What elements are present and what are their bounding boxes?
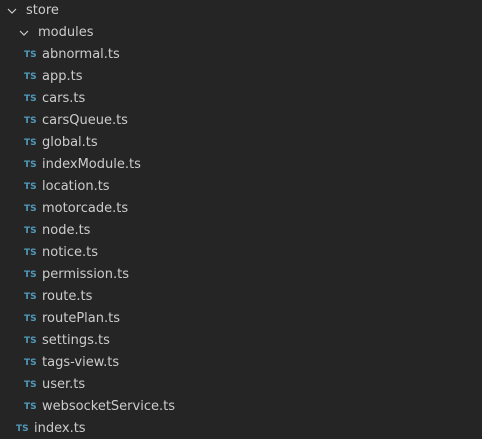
file-label: location.ts	[42, 179, 110, 194]
typescript-file-icon: TS	[24, 270, 37, 280]
chevron-down-icon[interactable]	[16, 25, 32, 41]
chevron-down-icon[interactable]	[4, 3, 20, 19]
file-label: carsQueue.ts	[42, 113, 128, 128]
file-explorer-tree: store modules TS abnormal.ts TS app.ts TS car…	[0, 0, 482, 439]
typescript-file-icon: TS	[24, 72, 37, 82]
file-label: indexModule.ts	[42, 157, 141, 172]
file-label: tags-view.ts	[42, 355, 120, 370]
file-label: motorcade.ts	[42, 201, 129, 216]
file-row[interactable]: TS permission.ts	[0, 264, 482, 286]
typescript-file-icon: TS	[24, 248, 37, 258]
typescript-file-icon: TS	[24, 160, 37, 170]
file-row[interactable]: TS cars.ts	[0, 88, 482, 110]
folder-row-store[interactable]: store	[0, 0, 482, 22]
file-row[interactable]: TS user.ts	[0, 374, 482, 396]
file-label: index.ts	[34, 421, 86, 436]
typescript-file-icon: TS	[24, 50, 37, 60]
file-row[interactable]: TS routePlan.ts	[0, 308, 482, 330]
folder-label: modules	[38, 25, 94, 40]
file-label: notice.ts	[42, 245, 99, 260]
typescript-file-icon: TS	[24, 336, 37, 346]
typescript-file-icon: TS	[24, 116, 37, 126]
file-row[interactable]: TS location.ts	[0, 176, 482, 198]
file-label: abnormal.ts	[42, 47, 120, 62]
file-row[interactable]: TS app.ts	[0, 66, 482, 88]
typescript-file-icon: TS	[24, 358, 37, 368]
file-row[interactable]: TS route.ts	[0, 286, 482, 308]
file-label: routePlan.ts	[42, 311, 121, 326]
typescript-file-icon: TS	[24, 314, 37, 324]
file-label: node.ts	[42, 223, 91, 238]
folder-label: store	[26, 3, 59, 18]
typescript-file-icon: TS	[24, 402, 37, 412]
file-label: route.ts	[42, 289, 93, 304]
typescript-file-icon: TS	[24, 226, 37, 236]
file-label: user.ts	[42, 377, 86, 392]
file-row[interactable]: TS indexModule.ts	[0, 154, 482, 176]
file-label: websocketService.ts	[42, 399, 175, 414]
file-label: cars.ts	[42, 91, 86, 106]
typescript-file-icon: TS	[24, 138, 37, 148]
file-row[interactable]: TS abnormal.ts	[0, 44, 482, 66]
folder-row-modules[interactable]: modules	[0, 22, 482, 44]
typescript-file-icon: TS	[16, 424, 29, 434]
typescript-file-icon: TS	[24, 182, 37, 192]
file-row[interactable]: TS settings.ts	[0, 330, 482, 352]
file-label: settings.ts	[42, 333, 110, 348]
file-row[interactable]: TS motorcade.ts	[0, 198, 482, 220]
typescript-file-icon: TS	[24, 204, 37, 214]
file-label: global.ts	[42, 135, 98, 150]
file-row[interactable]: TS index.ts	[0, 418, 482, 439]
typescript-file-icon: TS	[24, 94, 37, 104]
file-row[interactable]: TS global.ts	[0, 132, 482, 154]
file-label: app.ts	[42, 69, 83, 84]
file-row[interactable]: TS node.ts	[0, 220, 482, 242]
typescript-file-icon: TS	[24, 292, 37, 302]
file-row[interactable]: TS notice.ts	[0, 242, 482, 264]
file-row[interactable]: TS carsQueue.ts	[0, 110, 482, 132]
typescript-file-icon: TS	[24, 380, 37, 390]
file-label: permission.ts	[42, 267, 129, 282]
file-row[interactable]: TS websocketService.ts	[0, 396, 482, 418]
file-row[interactable]: TS tags-view.ts	[0, 352, 482, 374]
